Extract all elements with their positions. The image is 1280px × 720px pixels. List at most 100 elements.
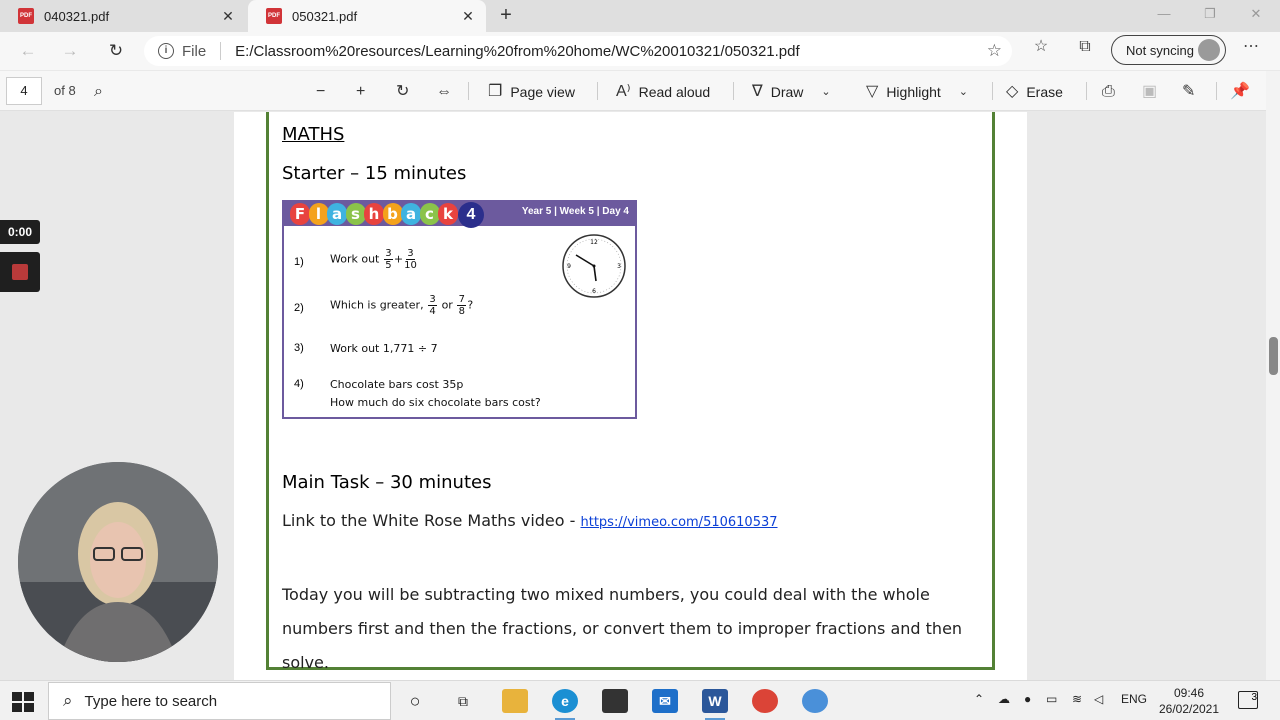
page-view-button[interactable]: ❐ Page view <box>488 82 575 102</box>
vimeo-link[interactable]: https://vimeo.com/510610537 <box>581 515 778 530</box>
microphone-icon[interactable]: ● <box>1024 692 1031 706</box>
new-tab-button[interactable]: + <box>494 4 518 28</box>
flashback-title-letter: h <box>364 203 384 225</box>
taskbar-search-box[interactable]: ⌕ Type here to search <box>48 682 391 720</box>
link-prefix: Link to the White Rose Maths video - <box>282 511 581 530</box>
more-menu-icon[interactable]: ⋯ <box>1240 36 1262 58</box>
fraction: 78 <box>457 294 467 317</box>
vertical-scrollbar[interactable] <box>1266 71 1280 680</box>
profile-avatar <box>1198 39 1220 61</box>
numerator: 7 <box>458 294 466 305</box>
search-placeholder: Type here to search <box>84 692 218 710</box>
read-aloud-icon: A⁾ <box>616 83 631 100</box>
clock-icon: 12 3 6 9 <box>562 234 626 298</box>
pin-toolbar-icon[interactable]: 📌 <box>1230 82 1258 102</box>
denominator: 10 <box>404 260 417 271</box>
stop-icon <box>12 264 28 280</box>
clock-date: 26/02/2021 <box>1158 702 1220 716</box>
restore-icon[interactable]: ❐ <box>1198 6 1222 26</box>
scrollbar-thumb[interactable] <box>1269 337 1278 375</box>
divider <box>597 82 598 100</box>
question-1: Work out 3 5 +3 10 <box>330 248 418 271</box>
video-link-line: Link to the White Rose Maths video - htt… <box>282 511 778 530</box>
show-hidden-icons[interactable]: ⌃ <box>974 692 984 706</box>
question-text: Which is greater, <box>330 298 424 312</box>
svg-text:9: 9 <box>567 263 571 270</box>
minimize-icon[interactable]: — <box>1152 6 1176 26</box>
wifi-icon[interactable]: ≋ <box>1072 692 1082 706</box>
address-bar[interactable]: i File E:/Classroom%20resources/Learning… <box>144 36 1012 66</box>
question-2: Which is greater, 34 or 7 8? <box>330 294 473 317</box>
recording-timer: 0:00 <box>0 220 40 244</box>
chrome-icon[interactable] <box>752 689 778 713</box>
question-4-line-2: How much do six chocolate bars cost? <box>330 396 541 409</box>
zoom-in-icon[interactable]: + <box>356 82 373 102</box>
question-number: 2) <box>294 302 304 314</box>
notification-center-icon[interactable]: 3 <box>1238 691 1258 709</box>
find-icon[interactable]: ⌕ <box>94 82 111 102</box>
add-favorite-icon[interactable]: ☆ <box>987 41 1002 61</box>
windows-start-icon[interactable] <box>10 691 36 713</box>
forward-icon[interactable]: → <box>58 40 82 62</box>
fit-to-page-icon[interactable]: ⇔ <box>436 82 460 102</box>
question-4: Chocolate bars cost 35p <box>330 378 464 391</box>
save-as-icon[interactable]: ✎ <box>1182 82 1203 102</box>
battery-icon[interactable]: ▭ <box>1046 692 1057 706</box>
maths-heading: MATHS <box>282 124 345 145</box>
highlight-icon: ▽ <box>866 83 879 100</box>
tab-050321[interactable]: PDF 050321.pdf ✕ <box>248 0 486 32</box>
fraction: 3 10 <box>404 248 417 271</box>
question-number: 1) <box>294 256 304 268</box>
tab-040321[interactable]: PDF 040321.pdf ✕ <box>0 0 246 32</box>
svg-text:3: 3 <box>617 263 621 270</box>
tab-close-icon[interactable]: ✕ <box>458 8 478 25</box>
chevron-down-icon[interactable]: ⌄ <box>959 82 968 102</box>
tab-close-icon[interactable]: ✕ <box>218 8 238 25</box>
word-icon[interactable]: W <box>702 689 728 713</box>
task-paragraph: Today you will be subtracting two mixed … <box>282 585 963 672</box>
svg-text:6: 6 <box>592 288 596 295</box>
info-icon[interactable]: i <box>158 43 174 59</box>
volume-icon[interactable]: ◁ <box>1094 692 1103 706</box>
collections-icon[interactable]: ⧉ <box>1074 36 1096 58</box>
divider <box>1086 82 1087 100</box>
main-task-heading: Main Task – 30 minutes <box>282 472 492 493</box>
refresh-icon[interactable]: ↻ <box>104 40 128 62</box>
close-window-icon[interactable]: ✕ <box>1244 6 1268 26</box>
erase-button[interactable]: ◇ Erase <box>1006 82 1063 102</box>
edge-browser-icon[interactable]: e <box>552 689 578 713</box>
onedrive-icon[interactable] <box>802 689 828 713</box>
url-text[interactable]: E:/Classroom%20resources/Learning%20from… <box>235 43 800 60</box>
mail-icon[interactable]: ✉ <box>652 689 678 713</box>
cloud-icon[interactable]: ☁ <box>998 692 1010 706</box>
favorites-icon[interactable]: ☆ <box>1030 36 1052 58</box>
zoom-out-icon[interactable]: − <box>316 82 333 102</box>
store-icon[interactable] <box>602 689 628 713</box>
profile-sync-button[interactable]: Not syncing <box>1111 35 1226 65</box>
print-icon[interactable]: ⎙ <box>1102 82 1123 102</box>
file-explorer-icon[interactable] <box>502 689 528 713</box>
chevron-down-icon[interactable]: ⌄ <box>821 82 830 102</box>
back-icon[interactable]: ← <box>16 40 40 62</box>
page-number-input[interactable]: 4 <box>6 77 42 105</box>
numerator: 3 <box>407 248 414 259</box>
question-number: 3) <box>294 342 304 354</box>
webcam-overlay <box>18 462 218 662</box>
taskbar-clock[interactable]: 09:46 26/02/2021 <box>1152 685 1226 717</box>
flashback-number: 4 <box>458 202 484 228</box>
draw-button[interactable]: ∇ Draw ⌄ <box>752 82 839 102</box>
divider <box>220 42 222 60</box>
cortana-icon[interactable]: ○ <box>402 689 428 713</box>
language-indicator[interactable]: ENG <box>1121 692 1147 706</box>
task-view-icon[interactable]: ⧉ <box>450 689 476 713</box>
flashback-title-letter: k <box>438 203 458 225</box>
read-aloud-button[interactable]: A⁾ Read aloud <box>616 82 710 102</box>
question-text: Work out <box>330 252 380 266</box>
rotate-icon[interactable]: ↻ <box>396 82 417 102</box>
divider <box>992 82 993 100</box>
numerator: 3 <box>385 248 392 259</box>
flashback-title-letter: F <box>290 203 310 225</box>
highlight-button[interactable]: ▽ Highlight ⌄ <box>866 82 976 102</box>
stop-recording-button[interactable] <box>0 252 40 292</box>
save-icon[interactable]: ▣ <box>1142 82 1165 102</box>
